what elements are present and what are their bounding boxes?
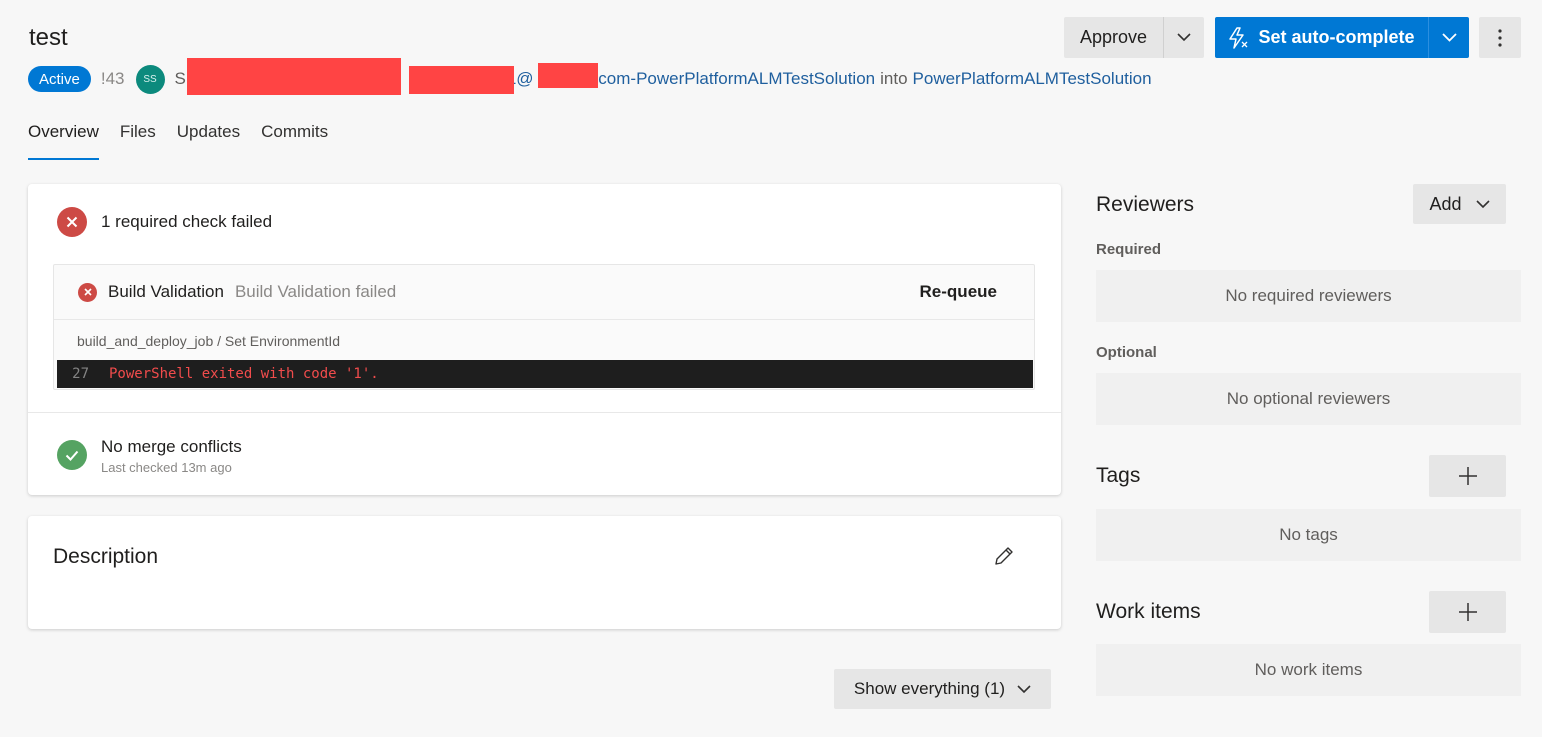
required-reviewers-empty: No required reviewers — [1096, 270, 1521, 322]
description-title: Description — [53, 545, 159, 568]
approve-dropdown-button[interactable] — [1164, 17, 1204, 58]
log-message: PowerShell exited with code '1'. — [109, 366, 379, 382]
approve-button-group: Approve — [1064, 17, 1204, 58]
set-auto-complete-label: Set auto-complete — [1258, 27, 1415, 47]
author-name: S — [174, 69, 186, 88]
tags-title: Tags — [1096, 464, 1141, 487]
page-title: test — [29, 24, 68, 51]
set-auto-complete-button[interactable]: Set auto-complete — [1215, 17, 1429, 58]
check-header: Build Validation Build Validation failed — [54, 265, 1034, 320]
approve-button[interactable]: Approve — [1064, 17, 1164, 58]
tab-updates[interactable]: Updates — [177, 122, 240, 160]
check-status: Build Validation failed — [234, 282, 397, 301]
into-label: into — [880, 69, 908, 88]
pencil-icon — [995, 547, 1013, 565]
redaction-block — [409, 66, 514, 94]
add-tag-button[interactable] — [1429, 455, 1506, 497]
target-branch-link[interactable]: PowerPlatformALMTestSolution — [913, 69, 1152, 89]
work-items-empty: No work items — [1096, 644, 1521, 696]
tags-empty: No tags — [1096, 509, 1521, 561]
required-check-summary-text: 1 required check failed — [101, 212, 273, 231]
tab-overview[interactable]: Overview — [28, 122, 99, 160]
chevron-down-icon — [1475, 199, 1490, 208]
error-icon — [57, 207, 87, 237]
chevron-down-icon — [1017, 684, 1031, 693]
required-reviewers-label: Required — [1096, 241, 1162, 258]
show-everything-button[interactable]: Show everything (1) — [834, 669, 1051, 709]
chevron-down-icon — [1177, 33, 1191, 42]
auto-complete-dropdown-button[interactable] — [1429, 17, 1469, 58]
redaction-block — [187, 58, 401, 95]
auto-complete-button-group: Set auto-complete — [1215, 17, 1469, 58]
edit-description-button[interactable] — [993, 545, 1015, 572]
status-card: 1 required check failed Build Validation… — [28, 184, 1061, 495]
add-reviewer-button[interactable]: Add — [1413, 184, 1506, 224]
source-branch-link[interactable]: .com-PowerPlatformALMTestSolution — [594, 69, 876, 89]
success-check-icon — [57, 440, 87, 470]
tab-files[interactable]: Files — [120, 122, 156, 160]
required-check-summary: 1 required check failed — [57, 207, 272, 237]
error-icon — [78, 282, 97, 302]
pr-id: !43 — [100, 69, 125, 88]
merge-status-title: No merge conflicts — [101, 437, 242, 456]
tab-commits[interactable]: Commits — [261, 122, 328, 160]
requeue-button[interactable]: Re-queue — [920, 282, 997, 302]
lightning-icon — [1229, 26, 1248, 49]
reviewers-title: Reviewers — [1096, 193, 1195, 216]
pr-tabs: Overview Files Updates Commits — [28, 122, 328, 160]
check-step-path[interactable]: build_and_deploy_job / Set EnvironmentId — [77, 333, 340, 349]
add-reviewer-label: Add — [1429, 193, 1462, 214]
status-badge: Active — [28, 66, 91, 92]
avatar[interactable]: SS — [135, 64, 165, 94]
optional-reviewers-empty: No optional reviewers — [1096, 373, 1521, 425]
divider — [28, 412, 1061, 413]
merge-status: No merge conflicts Last checked 13m ago — [57, 437, 242, 475]
plus-icon — [1458, 603, 1477, 621]
merge-status-subtitle: Last checked 13m ago — [101, 460, 232, 475]
check-name[interactable]: Build Validation — [108, 282, 224, 302]
build-validation-check: Build Validation Build Validation failed… — [53, 264, 1035, 390]
description-card: Description — [28, 516, 1061, 629]
log-line: 27 PowerShell exited with code '1'. — [57, 360, 1033, 388]
log-line-number: 27 — [72, 366, 89, 382]
chevron-down-icon — [1441, 33, 1457, 42]
optional-reviewers-label: Optional — [1096, 344, 1157, 361]
work-items-title: Work items — [1096, 600, 1201, 623]
show-everything-label: Show everything (1) — [853, 679, 1006, 698]
plus-icon — [1458, 467, 1477, 485]
redaction-block — [538, 63, 598, 88]
more-vertical-icon — [1498, 28, 1502, 47]
add-work-item-button[interactable] — [1429, 591, 1506, 633]
more-actions-button[interactable] — [1479, 17, 1521, 58]
